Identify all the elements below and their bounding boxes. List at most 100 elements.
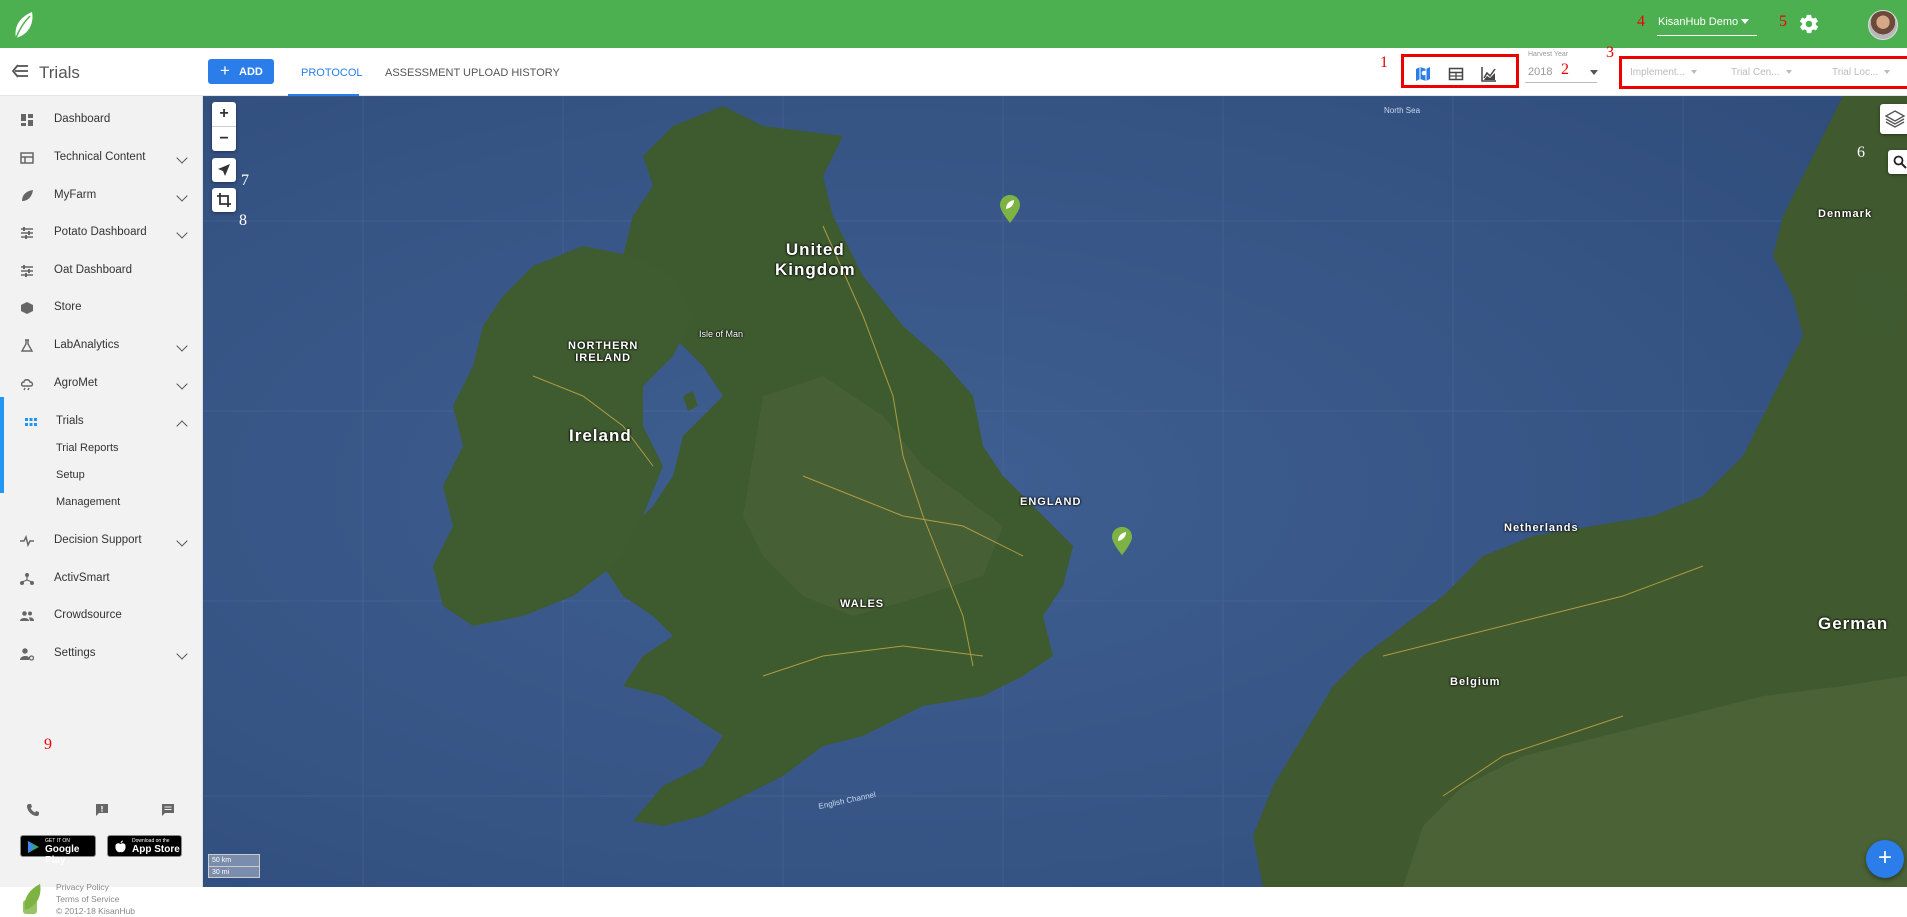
store-box-icon xyxy=(21,302,33,314)
map-label-netherlands: Netherlands xyxy=(1504,522,1579,534)
sidebar-item-technical-content[interactable]: Technical Content xyxy=(0,144,203,172)
collapse-menu-icon[interactable] xyxy=(12,64,28,78)
sidebar-item-labanalytics[interactable]: LabAnalytics xyxy=(0,332,203,360)
trial-location-pin[interactable] xyxy=(999,194,1021,224)
sidebar-item-label: LabAnalytics xyxy=(54,339,120,351)
map-view[interactable]: United Kingdom Ireland NORTHERN IRELAND WA… xyxy=(203,96,1907,887)
layers-icon xyxy=(1885,110,1905,128)
chevron-down-icon xyxy=(176,190,188,202)
map-scale: 50 km 30 mi xyxy=(208,854,260,878)
map-view-icon[interactable] xyxy=(1415,66,1431,82)
avatar[interactable] xyxy=(1868,10,1898,40)
scale-km: 50 km xyxy=(209,855,259,867)
chat-icon[interactable] xyxy=(161,803,175,817)
table-view-icon[interactable] xyxy=(1448,66,1464,82)
sliders-icon xyxy=(21,265,33,277)
sidebar-item-label: Crowdsource xyxy=(54,609,122,621)
add-button[interactable]: + ADD xyxy=(208,59,274,84)
terms-of-service-link[interactable]: Terms of Service xyxy=(56,893,135,905)
annotation-label-5: 5 xyxy=(1779,13,1787,30)
chevron-down-icon xyxy=(176,227,188,239)
annotation-label-3: 3 xyxy=(1606,44,1614,61)
sidebar-item-potato-dashboard[interactable]: Potato Dashboard xyxy=(0,219,203,247)
app-store-badge[interactable]: Download on the App Store xyxy=(107,835,182,857)
implementation-filter[interactable]: Implement... xyxy=(1630,67,1698,78)
tab-label: PROTOCOL xyxy=(301,67,363,79)
sidebar-item-trials[interactable]: Trials xyxy=(0,408,203,436)
dashboard-icon xyxy=(21,114,33,126)
map-label-denmark: Denmark xyxy=(1818,208,1873,220)
crop-button[interactable] xyxy=(212,188,236,212)
chart-view-icon[interactable] xyxy=(1481,66,1497,82)
pulse-icon xyxy=(20,534,34,548)
sidebar-subitem-setup[interactable]: Setup xyxy=(56,469,85,481)
annotation-label-4: 4 xyxy=(1637,13,1645,30)
sidebar-title: Trials xyxy=(39,63,80,82)
harvest-year-select[interactable]: Harvest Year 2018 xyxy=(1525,51,1599,84)
locate-button[interactable] xyxy=(212,158,236,182)
sidebar-item-activsmart[interactable]: ActivSmart xyxy=(0,565,203,593)
sidebar-item-crowdsource[interactable]: Crowdsource xyxy=(0,602,203,630)
zoom-in-button[interactable]: + xyxy=(212,102,236,126)
tab-assessment-upload-history[interactable]: ASSESSMENT UPLOAD HISTORY xyxy=(373,48,560,96)
sidebar-item-label: Settings xyxy=(54,647,96,659)
satellite-map xyxy=(203,96,1907,887)
uk-label-line2: Kingdom xyxy=(775,260,856,279)
sidebar: Trials Dashboard Technical Content MyFar… xyxy=(0,48,203,916)
uk-label-line1: United xyxy=(785,240,845,259)
add-fab-button[interactable]: + xyxy=(1866,840,1904,878)
tab-protocol[interactable]: PROTOCOL xyxy=(288,48,363,96)
sidebar-item-agromet[interactable]: AgroMet xyxy=(0,370,203,398)
map-label-england: ENGLAND xyxy=(1020,496,1082,508)
view-switcher xyxy=(1401,54,1519,88)
caret-down-icon xyxy=(1785,70,1792,75)
account-dropdown[interactable]: KisanHub Demo xyxy=(1657,16,1757,36)
sidebar-item-settings[interactable]: Settings xyxy=(0,640,203,668)
google-play-badge[interactable]: GET IT ON Google Play xyxy=(20,835,96,866)
grid-icon xyxy=(25,418,37,426)
plus-icon: + xyxy=(220,61,230,80)
sidebar-subitem-trial-reports[interactable]: Trial Reports xyxy=(56,442,119,454)
user-settings-icon xyxy=(20,648,34,661)
kisanhub-logo-icon[interactable] xyxy=(10,8,38,40)
table-icon xyxy=(20,152,34,164)
sidebar-subitem-management[interactable]: Management xyxy=(56,496,120,508)
annotation-label-1: 1 xyxy=(1380,54,1388,71)
annotation-label-9: 9 xyxy=(44,736,52,753)
privacy-policy-link[interactable]: Privacy Policy xyxy=(56,881,135,893)
sidebar-item-myfarm[interactable]: MyFarm xyxy=(0,182,203,210)
sidebar-item-label: AgroMet xyxy=(54,377,98,389)
caret-down-icon xyxy=(1691,70,1698,75)
sidebar-item-label: Decision Support xyxy=(54,534,142,546)
kisanhub-footer-logo-icon xyxy=(23,884,41,914)
gear-icon[interactable] xyxy=(1798,13,1820,35)
select-underline xyxy=(1525,82,1597,83)
tab-label: ASSESSMENT UPLOAD HISTORY xyxy=(385,67,560,79)
sidebar-item-dashboard[interactable]: Dashboard xyxy=(0,106,203,134)
phone-icon[interactable] xyxy=(26,803,40,817)
footer-links: Privacy Policy Terms of Service © 2012-1… xyxy=(56,881,135,917)
feedback-icon[interactable] xyxy=(95,803,109,817)
trial-location-pin[interactable] xyxy=(1111,526,1133,556)
sidebar-item-decision-support[interactable]: Decision Support xyxy=(0,527,203,555)
map-label-belgium: Belgium xyxy=(1450,676,1501,688)
filter-label: Implement... xyxy=(1630,67,1686,78)
harvest-year-label: Harvest Year xyxy=(1528,51,1569,58)
filter-label: Trial Cen... xyxy=(1731,67,1780,78)
layers-button[interactable] xyxy=(1880,104,1907,134)
flask-icon xyxy=(20,339,34,352)
zoom-out-button[interactable]: − xyxy=(212,127,236,151)
copyright-text: © 2012-18 KisanHub xyxy=(56,906,136,916)
map-label-ireland: Ireland xyxy=(569,426,632,445)
chevron-up-icon xyxy=(176,420,188,432)
crop-icon xyxy=(217,193,231,207)
add-button-label: ADD xyxy=(239,66,263,78)
sidebar-item-label: Potato Dashboard xyxy=(54,226,147,238)
trial-centre-filter[interactable]: Trial Cen... xyxy=(1731,67,1792,78)
sidebar-item-store[interactable]: Store xyxy=(0,294,203,322)
trial-location-filter[interactable]: Trial Loc... xyxy=(1832,67,1891,78)
people-icon xyxy=(20,611,34,621)
sidebar-item-oat-dashboard[interactable]: Oat Dashboard xyxy=(0,257,203,285)
map-search-button[interactable] xyxy=(1888,150,1907,174)
network-icon xyxy=(20,573,34,585)
